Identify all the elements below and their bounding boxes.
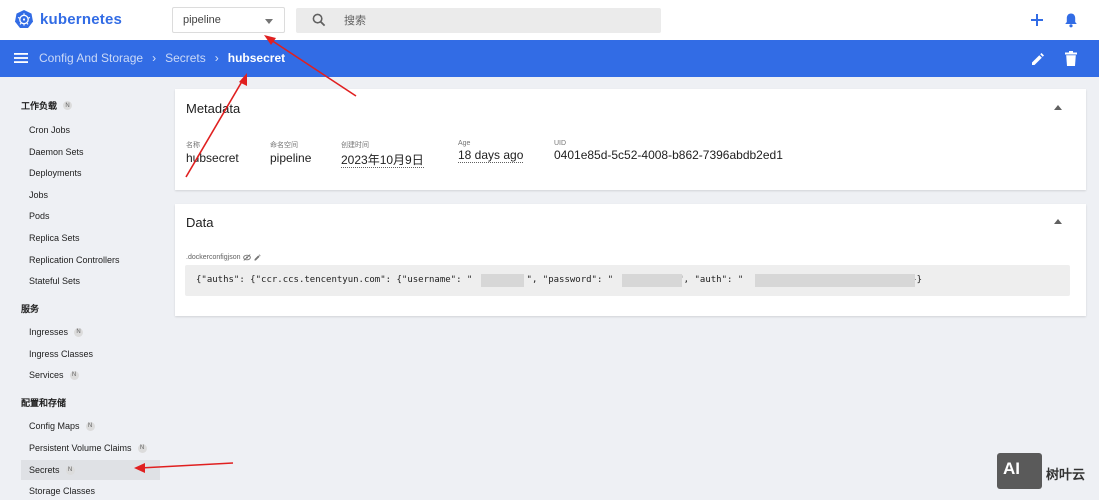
sidebar-item-label: Config Maps (29, 421, 80, 431)
breadcrumb-config-and-storage[interactable]: Config And Storage (39, 51, 143, 65)
breadcrumb-current: hubsecret (227, 51, 286, 65)
sidebar-item-config-maps[interactable]: Config Maps N (29, 421, 95, 431)
breadcrumb-secrets[interactable]: Secrets (165, 51, 206, 65)
visibility-icon[interactable] (243, 254, 252, 261)
sidebar-item-replication-controllers[interactable]: Replication Controllers (29, 255, 120, 265)
caret-down-icon (265, 19, 273, 24)
delete-icon[interactable] (1065, 51, 1077, 66)
search-icon (312, 13, 326, 27)
meta-uid: UID 0401e85d-5c52-4008-b862-7396abdb2ed1 (554, 140, 783, 162)
top-bar: kubernetes pipeline (0, 0, 1099, 40)
collapse-chevron-icon[interactable] (1054, 219, 1062, 224)
app-title: kubernetes (40, 10, 123, 28)
search-input[interactable] (344, 12, 644, 29)
sidebar-item-label: Ingress Classes (29, 349, 94, 359)
sidebar-item-deployments[interactable]: Deployments (29, 168, 82, 178)
collapse-chevron-icon[interactable] (1054, 105, 1062, 110)
meta-created: 创建时间 2023年10月9日 (341, 140, 424, 168)
app-logo[interactable]: kubernetes (14, 9, 122, 29)
redacted-password (622, 274, 682, 287)
sidebar-item-secrets[interactable]: Secrets N (29, 465, 75, 475)
meta-name: 名称 hubsecret (186, 140, 239, 165)
add-icon[interactable] (1029, 12, 1045, 28)
data-card: Data .dockerconfigjson {"auths": {"ccr.c… (175, 204, 1086, 316)
page-header: Config And Storage › Secrets › hubsecret (0, 40, 1099, 77)
watermark: AI 树叶云 (997, 453, 1099, 493)
sidebar-group-config-and-storage[interactable]: 配置和存储 (21, 396, 66, 409)
sidebar-item-cron-jobs[interactable]: Cron Jobs (29, 125, 70, 135)
secret-value-box[interactable]: {"auths": {"ccr.ccs.tencentyun.com": {"u… (185, 265, 1070, 296)
namespaced-badge: N (74, 327, 84, 337)
sidebar-item-ingresses[interactable]: Ingresses N (29, 327, 84, 337)
sidebar-item-label: Stateful Sets (29, 276, 81, 286)
meta-label: 名称 (186, 142, 200, 149)
meta-label: Age (458, 140, 471, 147)
breadcrumb: Config And Storage › Secrets › hubsecret (39, 51, 285, 65)
sidebar-item-label: Replica Sets (29, 233, 80, 243)
namespaced-badge: N (63, 101, 73, 110)
sidebar-group-services[interactable]: 服务 (21, 302, 39, 315)
sidebar-item-label: Ingresses (29, 327, 69, 337)
breadcrumb-chevron-icon: › (214, 51, 219, 65)
breadcrumb-chevron-icon: › (152, 51, 157, 65)
sidebar-item-storage-classes[interactable]: Storage Classes (29, 486, 95, 496)
watermark-logo: AI (1003, 459, 1020, 478)
data-key: .dockerconfigjson (186, 254, 262, 261)
namespaced-badge: N (137, 443, 147, 453)
sidebar-item-persistent-volume-claims[interactable]: Persistent Volume Claims N (29, 443, 147, 453)
meta-label: 命名空间 (270, 142, 298, 149)
sidebar-item-label: Persistent Volume Claims (29, 443, 132, 453)
namespaced-badge: N (65, 465, 75, 475)
sidebar-group-label: 工作负载 (21, 101, 58, 111)
menu-icon[interactable] (14, 52, 28, 64)
sidebar-item-label: Secrets (29, 465, 60, 475)
notifications-icon[interactable] (1064, 12, 1078, 28)
search-bar[interactable] (296, 8, 661, 33)
sidebar-group-label: 服务 (21, 304, 40, 314)
watermark-text: 树叶云 (1046, 467, 1086, 482)
sidebar-item-label: Cron Jobs (29, 125, 71, 135)
sidebar-item-label: Replication Controllers (29, 255, 120, 265)
sidebar-item-pods[interactable]: Pods (29, 211, 50, 221)
sidebar-item-ingress-classes[interactable]: Ingress Classes (29, 349, 93, 359)
kubernetes-icon (15, 10, 33, 28)
redacted-username (481, 274, 524, 287)
data-key-label: .dockerconfigjson (186, 254, 241, 261)
meta-namespace: 命名空间 pipeline (270, 140, 311, 165)
edit-icon[interactable] (1031, 52, 1045, 66)
sidebar-item-services[interactable]: Services N (29, 370, 79, 380)
sidebar-item-label: Deployments (29, 168, 82, 178)
meta-value: 0401e85d-5c52-4008-b862-7396abdb2ed1 (554, 148, 783, 162)
sidebar-item-label: Jobs (29, 190, 49, 200)
sidebar: 工作负载 N Cron Jobs Daemon Sets Deployments… (0, 77, 165, 500)
sidebar-item-replica-sets[interactable]: Replica Sets (29, 233, 80, 243)
watermark-logo-box: AI (997, 453, 1042, 489)
data-title: Data (186, 215, 214, 230)
sidebar-item-daemon-sets[interactable]: Daemon Sets (29, 147, 84, 157)
sidebar-item-stateful-sets[interactable]: Stateful Sets (29, 276, 80, 286)
edit-icon[interactable] (254, 254, 262, 261)
metadata-card: Metadata 名称 hubsecret 命名空间 pipeline 创建时间… (175, 89, 1086, 190)
meta-value: pipeline (270, 151, 312, 165)
sidebar-item-label: Pods (29, 211, 50, 221)
sidebar-item-jobs[interactable]: Jobs (29, 190, 48, 200)
namespaced-badge: N (85, 421, 95, 431)
redacted-auth (755, 274, 915, 287)
namespace-value: pipeline (183, 14, 221, 26)
namespace-select[interactable]: pipeline (172, 7, 285, 33)
meta-label: UID (554, 140, 567, 147)
meta-age: Age 18 days ago (458, 140, 524, 163)
metadata-title: Metadata (186, 101, 241, 116)
sidebar-item-label: Storage Classes (29, 486, 96, 496)
meta-label: 创建时间 (341, 142, 369, 149)
sidebar-group-label: 配置和存储 (21, 398, 67, 408)
sidebar-item-label: Services (29, 370, 64, 380)
meta-value[interactable]: 2023年10月9日 (341, 153, 424, 168)
meta-value[interactable]: 18 days ago (458, 148, 524, 163)
sidebar-item-label: Daemon Sets (29, 147, 84, 157)
namespaced-badge: N (69, 370, 79, 380)
sidebar-group-workloads[interactable]: 工作负载 N (21, 99, 73, 112)
meta-value: hubsecret (186, 151, 239, 165)
